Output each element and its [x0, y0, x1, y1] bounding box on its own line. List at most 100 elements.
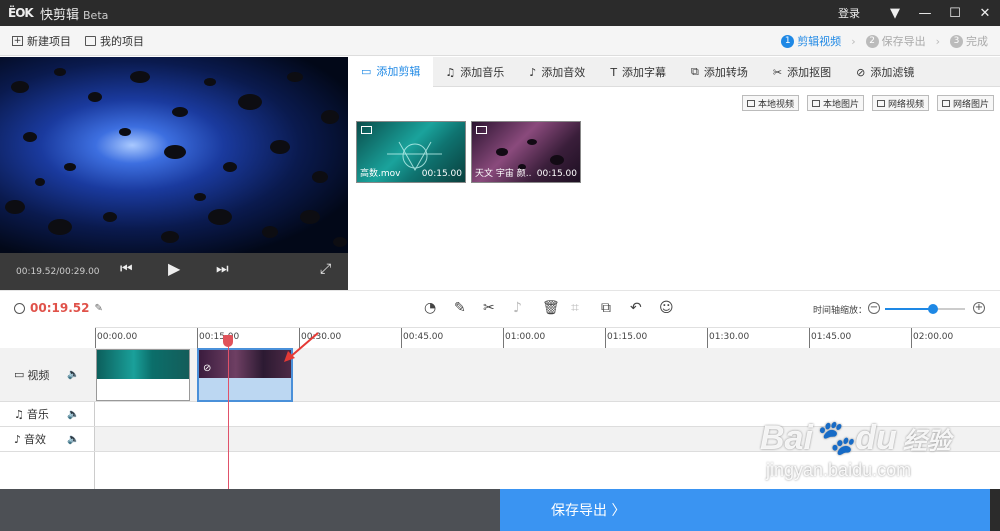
track-headers: ▭ 视频 🔈 ♫ 音乐 🔈 ♪ 音效 🔈: [0, 348, 95, 489]
speed-icon[interactable]: ◔: [424, 300, 436, 316]
pencil-icon[interactable]: ✎: [454, 300, 466, 316]
video-icon: [746, 99, 755, 107]
local-video-button[interactable]: 本地视频: [741, 95, 799, 111]
tab-add-sound-effect[interactable]: ♪ 添加音效: [517, 57, 598, 87]
play-icon[interactable]: ▶: [168, 259, 180, 278]
project-toolbar: + 新建项目 我的项目 1 剪辑视频 › 2 保存导出 › 3 完成: [0, 26, 1000, 56]
minimize-icon[interactable]: —: [910, 0, 940, 26]
zoom-slider[interactable]: [885, 304, 965, 314]
bell-icon[interactable]: ♪: [513, 300, 522, 316]
maximize-icon[interactable]: ☐: [940, 0, 970, 26]
button-label: 本地图片: [822, 99, 859, 110]
edit-time-icon[interactable]: ✎: [94, 303, 102, 314]
title-bar: ЁOK 快剪辑 Beta 登录 ▼ — ☐ ✕: [0, 0, 1000, 26]
step-label: 剪辑视频: [797, 35, 842, 48]
ruler-tick: [809, 328, 810, 349]
scissors-icon[interactable]: ✂: [483, 300, 495, 316]
filter-icon: ⊘: [856, 65, 866, 79]
clip-thumbnail: [199, 350, 291, 378]
app-title: 快剪辑 Beta: [40, 4, 108, 23]
login-link[interactable]: 登录: [838, 5, 860, 21]
next-frame-icon[interactable]: ⏭: [216, 261, 229, 277]
zoom-label: 时间轴缩放：: [813, 306, 868, 316]
volume-icon[interactable]: 🔈: [67, 409, 79, 420]
step-arrow-icon: ›: [851, 34, 856, 48]
undo-icon[interactable]: ↶: [630, 300, 642, 316]
tab-label: 添加滤镜: [870, 66, 915, 79]
watermark-text: du: [855, 419, 897, 457]
asteroid-field-image: [5, 68, 347, 247]
media-name: 天文 宇宙 颜..: [475, 169, 532, 179]
previous-frame-icon[interactable]: ⏮: [120, 261, 133, 277]
annotation-arrow: [284, 332, 319, 362]
local-image-button[interactable]: 本地图片: [806, 95, 864, 111]
tab-add-transition[interactable]: ⧉ 添加转场: [679, 57, 761, 87]
zoom-in-icon[interactable]: +: [973, 302, 985, 314]
link-icon[interactable]: ⊘: [203, 363, 211, 374]
save-export-button[interactable]: 保存导出 〉: [500, 489, 990, 531]
sound-effect-icon: ♪: [529, 65, 537, 79]
tab-label: 添加音乐: [460, 66, 505, 79]
clock-icon: [14, 302, 25, 314]
track-label: 音乐: [26, 408, 49, 421]
ruler-label: 00:00.00: [97, 332, 138, 342]
volume-icon[interactable]: 🔈: [67, 434, 79, 445]
watermark-text: Bai: [760, 419, 813, 457]
media-name: 高数.mov: [360, 169, 401, 179]
video-lane: ⊘: [95, 348, 1000, 402]
online-video-button[interactable]: 网络视频: [871, 95, 929, 111]
tab-add-clip[interactable]: ▭ 添加剪辑: [349, 57, 434, 87]
video-camera-icon: ▭: [361, 64, 372, 78]
tab-add-subtitle[interactable]: T 添加字幕: [598, 57, 679, 87]
scrollbar[interactable]: [990, 489, 1000, 531]
ruler-tick: [707, 328, 708, 349]
crop-icon[interactable]: ⌗: [571, 300, 579, 316]
tab-label: 添加转场: [703, 66, 748, 79]
media-source-buttons: 本地视频 本地图片 网络视频 网络图片: [734, 95, 994, 111]
zoom-slider-handle[interactable]: [928, 304, 938, 314]
ruler-tick: [95, 328, 96, 349]
step-finish: 3 完成: [950, 33, 988, 49]
title-controls: 登录 ▼ — ☐ ✕: [838, 0, 1000, 26]
copy-icon[interactable]: ⧉: [601, 300, 611, 316]
playhead-line: [228, 338, 229, 489]
online-image-button[interactable]: 网络图片: [936, 95, 994, 111]
ruler-tick: [503, 328, 504, 349]
video-clip-selected[interactable]: ⊘: [197, 348, 293, 402]
ruler-label: 01:15.00: [607, 332, 648, 342]
media-thumbnail[interactable]: 天文 宇宙 颜.. 00:15.00: [471, 121, 581, 183]
plus-box-icon: +: [12, 35, 23, 46]
new-project-button[interactable]: + 新建项目: [12, 33, 71, 49]
fullscreen-icon[interactable]: ⤢: [320, 261, 331, 277]
preview-timecode: 00:19.52/00:29.00: [16, 267, 100, 277]
sticker-icon[interactable]: ☺: [659, 300, 674, 316]
trash-icon[interactable]: 🗑: [542, 300, 560, 316]
watermark-url: jingyan.baidu.com: [766, 460, 912, 480]
app-logo: ЁOK: [8, 6, 34, 20]
tab-label: 添加字幕: [622, 66, 667, 79]
step-label: 保存导出: [881, 35, 926, 48]
volume-icon[interactable]: 🔈: [67, 369, 79, 380]
ruler-label: 01:00.00: [505, 332, 546, 342]
button-label: 网络图片: [952, 99, 989, 110]
step-label: 完成: [966, 35, 988, 48]
music-note-icon: ♫: [14, 407, 24, 421]
progress-steps: 1 剪辑视频 › 2 保存导出 › 3 完成: [781, 26, 988, 56]
video-clip[interactable]: [96, 349, 190, 401]
ruler-label: 00:45.00: [403, 332, 444, 342]
tab-label: 添加剪辑: [376, 65, 421, 78]
zoom-out-icon[interactable]: −: [868, 302, 880, 314]
playhead-handle[interactable]: [223, 335, 233, 347]
step-save-export: 2 保存导出: [865, 33, 926, 49]
close-icon[interactable]: ✕: [970, 0, 1000, 26]
ruler-label: 01:30.00: [709, 332, 750, 342]
watermark-text: 经验: [902, 428, 951, 455]
tab-add-cutout[interactable]: ✂ 添加抠图: [761, 57, 844, 87]
track-label: 视频: [27, 368, 50, 382]
tab-add-music[interactable]: ♫ 添加音乐: [433, 57, 517, 87]
my-projects-button[interactable]: 我的项目: [85, 33, 144, 49]
tab-add-filter[interactable]: ⊘ 添加滤镜: [844, 57, 927, 87]
ruler-tick: [401, 328, 402, 349]
media-thumbnail[interactable]: 高数.mov 00:15.00: [356, 121, 466, 183]
menu-dropdown-icon[interactable]: ▼: [880, 0, 910, 26]
